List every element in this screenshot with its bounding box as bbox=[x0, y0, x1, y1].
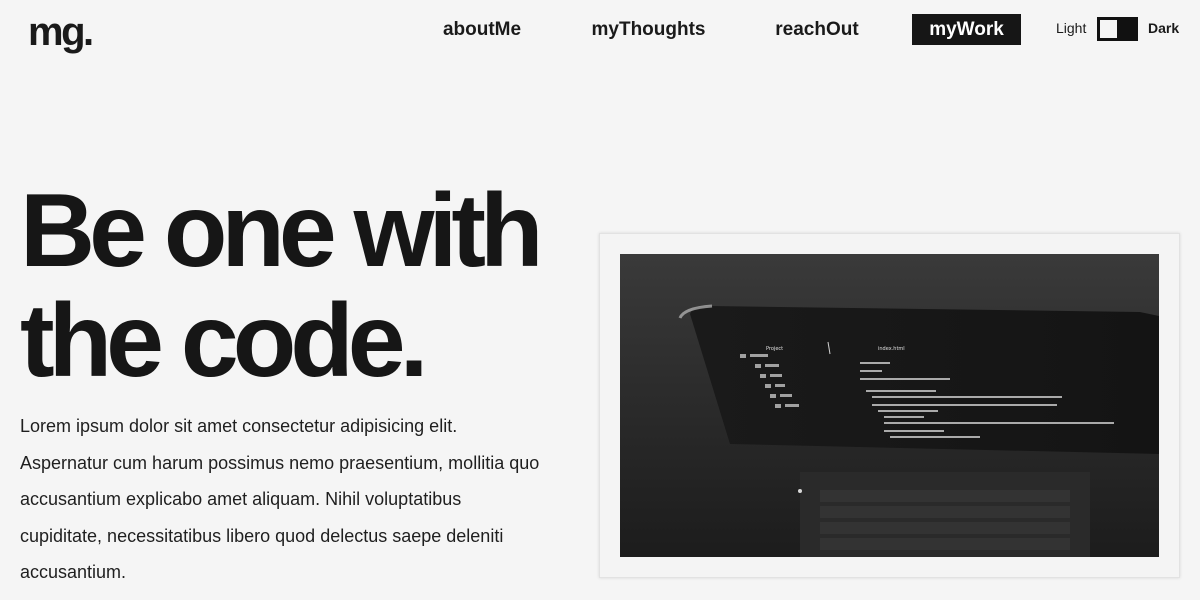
theme-dark-label: Dark bbox=[1148, 20, 1180, 36]
headline-line-2: the code. bbox=[20, 283, 429, 399]
theme-toggle-switch[interactable] bbox=[1097, 17, 1138, 41]
laptop-illustration: Project index.html bbox=[620, 254, 1159, 557]
nav-my-thoughts[interactable]: myThoughts bbox=[585, 14, 712, 45]
hero-description: Lorem ipsum dolor sit amet consectetur a… bbox=[20, 416, 540, 582]
site-logo[interactable]: mg. bbox=[28, 10, 94, 54]
nav-my-work[interactable]: myWork bbox=[912, 14, 1021, 45]
theme-light-label: Light bbox=[1056, 20, 1087, 36]
nav-reach-out[interactable]: reachOut bbox=[769, 14, 865, 45]
hero-headline: Be one with the code. bbox=[20, 176, 600, 396]
editor-sidebar-title: Project bbox=[766, 346, 783, 352]
editor-tab-title: index.html bbox=[878, 346, 905, 352]
nav-about-me[interactable]: aboutMe bbox=[432, 14, 532, 45]
laptop-code-photo: Project index.html bbox=[620, 254, 1159, 557]
page: mg. aboutMe myThoughts reachOut myWork L… bbox=[0, 0, 1200, 600]
hero-image-card: Project index.html bbox=[599, 233, 1180, 578]
toggle-knob bbox=[1100, 20, 1117, 38]
headline-line-1: Be one with bbox=[20, 173, 544, 289]
